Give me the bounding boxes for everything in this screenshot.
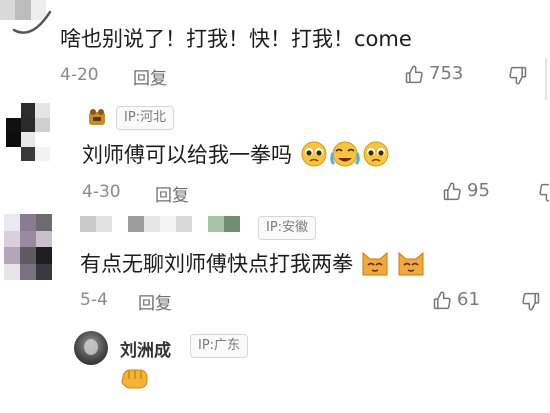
pleading-face-emoji [299,140,329,173]
cat-face-emoji [396,249,426,282]
user-badge-icon [89,109,105,125]
comment-2-reply-button[interactable]: 回复 [155,181,189,206]
reply-ip-badge: IP:广东 [190,334,249,358]
thumbs-down-icon[interactable] [537,183,550,203]
comment-3-like-button[interactable]: 61 [432,289,480,310]
comment-3-date: 5-4 [80,290,108,310]
thumbs-up-icon [433,291,451,309]
avatar-comment-2[interactable] [6,103,64,161]
thumbs-up-icon [443,182,461,200]
pleading-face-emoji [361,140,391,173]
thumbs-up-icon [405,65,423,83]
comment-2-text-body: 刘师傅可以给我一拳吗 [82,143,292,167]
comment-2-ip-badge: IP:河北 [116,106,175,130]
thumbs-down-icon[interactable] [520,292,542,312]
fist-emoji [118,364,152,398]
comment-1-like-count: 753 [429,63,464,84]
comment-2-like-button[interactable]: 95 [442,180,490,201]
side-divider [545,58,547,100]
comment-1-like-button[interactable]: 753 [404,63,463,84]
crying-face-emoji [329,140,361,173]
comment-3-like-count: 61 [457,289,480,310]
comment-2-like-count: 95 [467,180,490,201]
avatar-reply-author[interactable] [74,331,108,365]
reply-username[interactable]: 刘洲成 [120,336,171,361]
comment-1-text: 啥也别说了！打我！快！打我！come [60,27,412,51]
comment-2-text: 刘师傅可以给我一拳吗 [82,139,391,173]
comment-3-reply-button[interactable]: 回复 [138,289,172,314]
comment-1-reply-button[interactable]: 回复 [133,64,167,89]
thumbs-down-icon[interactable] [508,66,528,86]
cat-face-emoji [360,249,390,282]
avatar-comment-3[interactable] [4,214,52,280]
comment-3-text: 有点无聊刘师傅快点打我两拳 [80,248,426,282]
comment-3-text-body: 有点无聊刘师傅快点打我两拳 [80,252,353,276]
username-obscured [80,216,256,232]
comment-3-ip-badge: IP:安徽 [258,216,317,240]
avatar-curve-decor [12,10,52,34]
comment-2-date: 4-30 [82,182,121,202]
comment-1-date: 4-20 [60,65,99,85]
